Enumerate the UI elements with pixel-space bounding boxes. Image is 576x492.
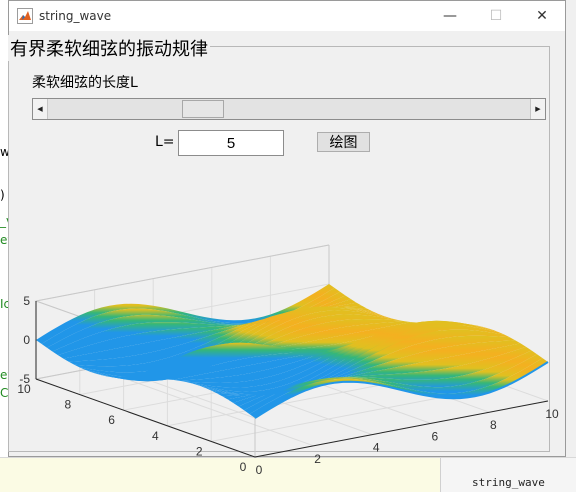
y-tick-label: 0 [240,460,247,474]
x-tick-label: 6 [431,429,438,443]
x-axis-line [254,400,549,458]
x-tick-label: 4 [373,441,380,455]
plot-axes: 02468100246810-505 [17,244,559,477]
x-tick-label: 10 [545,407,559,421]
z-tick-label: 0 [23,333,30,347]
x-tick-label: 8 [490,418,497,432]
z-tick-label: 5 [23,294,30,308]
x-tick-label: 0 [256,463,263,477]
surface-plot[interactable]: 02468100246810-505 [0,0,576,491]
y-tick-label: 6 [108,413,115,427]
y-tick-label: 4 [152,429,159,443]
z-tick-label: -5 [19,372,30,386]
y-tick-label: 8 [64,398,71,412]
x-tick-label: 2 [314,452,321,466]
y-tick-label: 2 [196,444,203,458]
